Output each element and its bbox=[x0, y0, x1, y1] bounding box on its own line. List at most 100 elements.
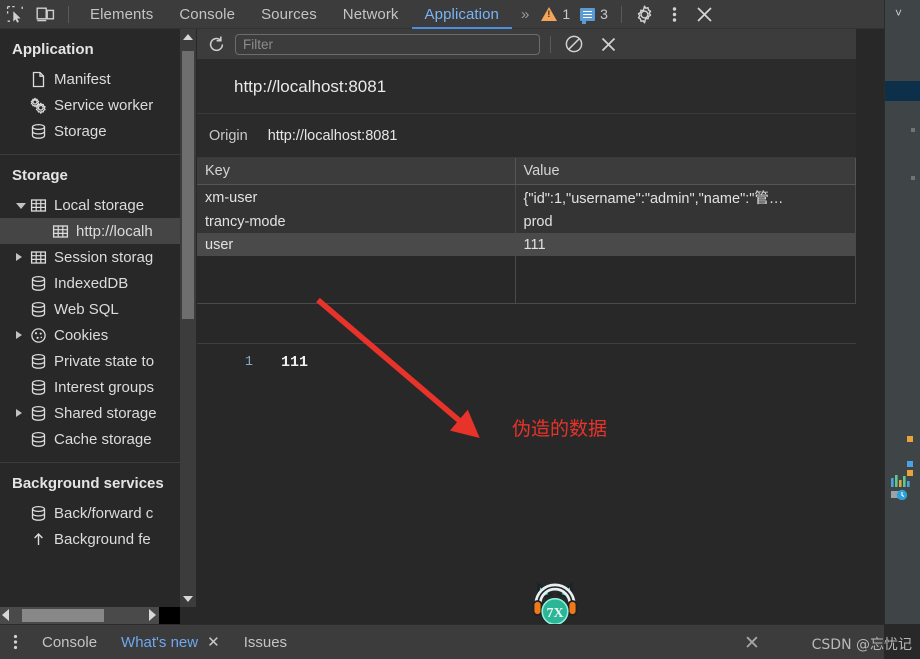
chevron-down-icon[interactable] bbox=[16, 203, 26, 209]
chevron-right-icon[interactable] bbox=[16, 409, 22, 417]
chevron-right-icon[interactable] bbox=[16, 331, 22, 339]
database-icon bbox=[30, 505, 47, 522]
sidebar-section-application: Application bbox=[12, 41, 94, 58]
page-marker-dot bbox=[911, 176, 915, 180]
sidebar-horizontal-scrollbar[interactable] bbox=[0, 607, 180, 624]
sidebar-item-web-sql[interactable]: Web SQL bbox=[0, 296, 180, 322]
refresh-icon[interactable] bbox=[205, 33, 227, 55]
table-icon bbox=[30, 249, 47, 266]
scroll-left-arrow-icon[interactable] bbox=[2, 609, 9, 621]
sidebar-item-back-forward-cache[interactable]: Back/forward c bbox=[0, 500, 180, 526]
sidebar-item-storage[interactable]: Storage bbox=[0, 118, 180, 144]
scrollbar-thumb-horizontal[interactable] bbox=[22, 609, 104, 622]
sidebar-item-manifest[interactable]: Manifest bbox=[0, 66, 180, 92]
table-row[interactable]: xm-user {"id":1,"username":"admin","name… bbox=[197, 184, 856, 210]
document-icon bbox=[30, 71, 47, 88]
delete-selected-icon[interactable] bbox=[595, 31, 621, 57]
origin-value: http://localhost:8081 bbox=[267, 127, 398, 144]
clear-all-icon[interactable] bbox=[561, 31, 587, 57]
tab-console[interactable]: Console bbox=[166, 0, 248, 29]
sidebar-item-label: Cookies bbox=[54, 326, 109, 344]
devtools-toolbar: Elements Console Sources Network Applica… bbox=[0, 0, 884, 29]
drawer-tab-whats-new[interactable]: What's new ✕ bbox=[109, 633, 232, 652]
drawer-tab-issues[interactable]: Issues bbox=[232, 634, 299, 651]
sidebar-item-cookies[interactable]: Cookies bbox=[0, 322, 180, 348]
tab-label: Application bbox=[424, 5, 499, 23]
device-toolbar-icon[interactable] bbox=[30, 0, 60, 29]
tab-application[interactable]: Application bbox=[412, 0, 512, 29]
sidebar-item-label: Web SQL bbox=[54, 300, 119, 318]
sidebar-item-local-storage[interactable]: Local storage bbox=[0, 192, 180, 218]
drawer-tab-console[interactable]: Console bbox=[30, 634, 109, 651]
sidebar-item-label: Manifest bbox=[54, 70, 111, 88]
warning-icon bbox=[541, 7, 558, 21]
tab-label: Network bbox=[342, 5, 399, 23]
tab-elements[interactable]: Elements bbox=[77, 0, 166, 29]
scroll-down-arrow-icon[interactable] bbox=[180, 591, 196, 607]
sidebar-vertical-scrollbar[interactable] bbox=[180, 29, 196, 607]
scroll-right-arrow-icon[interactable] bbox=[149, 609, 156, 621]
warning-count: 1 bbox=[562, 6, 571, 22]
tab-label: Elements bbox=[90, 5, 154, 23]
sidebar-item-service-worker[interactable]: Service worker bbox=[0, 92, 180, 118]
tab-label: Sources bbox=[261, 5, 317, 23]
more-options-icon[interactable] bbox=[660, 0, 690, 29]
tab-network[interactable]: Network bbox=[330, 0, 412, 29]
inspect-element-icon[interactable] bbox=[0, 0, 30, 29]
column-header-value[interactable]: Value bbox=[515, 158, 856, 185]
column-header-key[interactable]: Key bbox=[197, 158, 516, 185]
sidebar-item-indexeddb[interactable]: IndexedDB bbox=[0, 270, 180, 296]
filter-input[interactable] bbox=[235, 33, 540, 55]
drawer-tab-label: Console bbox=[42, 633, 98, 651]
drawer-more-options-icon[interactable] bbox=[0, 625, 30, 659]
scrollbar-thumb[interactable] bbox=[182, 51, 194, 319]
sidebar-item-label: Private state to bbox=[54, 352, 155, 370]
cell-key[interactable]: user bbox=[197, 233, 516, 256]
watermark-close-icon: ✕ bbox=[744, 633, 760, 654]
gear-icon[interactable] bbox=[630, 0, 660, 29]
warning-badge[interactable]: 1 bbox=[536, 6, 575, 22]
close-icon[interactable] bbox=[690, 0, 720, 29]
more-tabs-icon[interactable]: » bbox=[512, 6, 536, 23]
database-icon bbox=[30, 275, 47, 292]
cell-value[interactable]: 111 bbox=[515, 233, 856, 256]
value-preview-pane: 1 111 bbox=[197, 343, 856, 607]
table-empty-row[interactable] bbox=[197, 256, 856, 304]
cell-key[interactable]: trancy-mode bbox=[197, 210, 516, 233]
table-row[interactable]: trancy-mode prod bbox=[197, 210, 856, 233]
preview-value: 111 bbox=[281, 354, 309, 371]
sidebar-item-localhost-origin[interactable]: http://localh bbox=[0, 218, 180, 244]
local-storage-panel: http://localhost:8081 Origin http://loca… bbox=[197, 29, 856, 607]
cell-key[interactable]: xm-user bbox=[197, 184, 516, 210]
cell-value[interactable]: prod bbox=[515, 210, 856, 233]
sidebar-item-private-state-tokens[interactable]: Private state to bbox=[0, 348, 180, 374]
sidebar-item-label: Back/forward c bbox=[54, 504, 154, 522]
tab-sources[interactable]: Sources bbox=[248, 0, 330, 29]
filterbar-divider bbox=[550, 35, 551, 53]
sidebar-item-interest-groups[interactable]: Interest groups bbox=[0, 374, 180, 400]
sidebar-item-shared-storage[interactable]: Shared storage bbox=[0, 400, 180, 426]
application-sidebar: Application Manifest Service worker Stor… bbox=[0, 29, 180, 607]
drawer-tab-label: Issues bbox=[243, 633, 288, 651]
sidebar-item-label: Cache storage bbox=[54, 430, 152, 448]
page-highlight-block bbox=[885, 81, 920, 101]
sidebar-item-background-fetch[interactable]: Background fe bbox=[0, 526, 180, 552]
cell-value-empty[interactable] bbox=[515, 256, 856, 304]
database-icon bbox=[30, 431, 47, 448]
sidebar-item-label: Storage bbox=[54, 122, 107, 140]
message-badge[interactable]: 3 bbox=[575, 6, 613, 24]
sidebar-item-session-storage[interactable]: Session storag bbox=[0, 244, 180, 270]
sidebar-item-cache-storage[interactable]: Cache storage bbox=[0, 426, 180, 452]
scroll-up-arrow-icon[interactable] bbox=[180, 29, 196, 45]
table-row-selected[interactable]: user 111 bbox=[197, 233, 856, 256]
drawer-tab-close-icon[interactable]: ✕ bbox=[207, 633, 220, 651]
page-marker-dot bbox=[911, 128, 915, 132]
chevron-down-icon[interactable]: ˅ bbox=[895, 6, 902, 20]
chevron-right-icon[interactable] bbox=[16, 253, 22, 261]
upload-arrow-icon bbox=[30, 531, 47, 548]
sidebar-item-label: Interest groups bbox=[54, 378, 155, 396]
cell-key-empty[interactable] bbox=[197, 256, 516, 304]
cat-headphone-logo: 7X bbox=[531, 582, 579, 630]
cell-value[interactable]: {"id":1,"username":"admin","name":"管… bbox=[515, 184, 856, 210]
table-icon bbox=[30, 197, 47, 214]
